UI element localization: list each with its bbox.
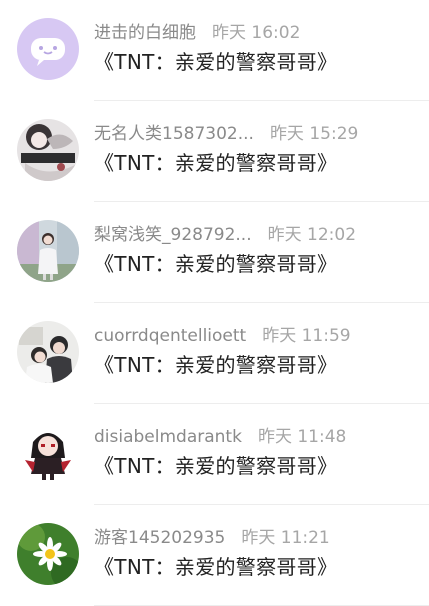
- username[interactable]: 无名人类1587302...: [94, 124, 254, 144]
- ghost-mascot-avatar-icon: [17, 18, 79, 80]
- username[interactable]: cuorrdqentellioett: [94, 326, 246, 346]
- timestamp: 昨天 11:48: [257, 427, 347, 447]
- timestamp: 昨天 11:59: [262, 326, 351, 346]
- avatar[interactable]: [17, 18, 79, 80]
- timestamp: 昨天 11:21: [241, 528, 330, 548]
- timestamp: 昨天 15:29: [269, 124, 359, 144]
- avatar[interactable]: [17, 119, 79, 181]
- username[interactable]: 梨窝浅笑_928792...: [94, 225, 252, 245]
- video-title[interactable]: 《TNT：亲爱的警察哥哥》: [94, 351, 337, 379]
- timestamp: 昨天 16:02: [212, 23, 301, 43]
- girl-photo-avatar-icon: [17, 220, 79, 282]
- video-title[interactable]: 《TNT：亲爱的警察哥哥》: [94, 452, 337, 480]
- video-title[interactable]: 《TNT：亲爱的警察哥哥》: [94, 48, 337, 76]
- comment-list: 进击的白细胞 昨天 16:02 《TNT：亲爱的警察哥哥》 无名人类1587302…: [0, 0, 429, 606]
- avatar[interactable]: [17, 220, 79, 282]
- video-title[interactable]: 《TNT：亲爱的警察哥哥》: [94, 553, 337, 581]
- couple-photo-avatar-icon: [17, 321, 79, 383]
- list-item[interactable]: 梨窝浅笑_928792... 昨天 12:02 《TNT：亲爱的警察哥哥》: [0, 202, 429, 303]
- username[interactable]: 游客145202935: [94, 528, 225, 548]
- list-item[interactable]: 进击的白细胞 昨天 16:02 《TNT：亲爱的警察哥哥》: [0, 0, 429, 101]
- list-item[interactable]: disiabelmdarantk 昨天 11:48 《TNT：亲爱的警察哥哥》: [0, 404, 429, 505]
- timestamp: 昨天 12:02: [267, 225, 357, 245]
- avatar[interactable]: [17, 523, 79, 585]
- avatar[interactable]: [17, 321, 79, 383]
- comment-meta: 游客145202935 昨天 11:21: [94, 527, 330, 549]
- list-item[interactable]: 游客145202935 昨天 11:21 《TNT：亲爱的警察哥哥》: [0, 505, 429, 606]
- video-title[interactable]: 《TNT：亲爱的警察哥哥》: [94, 250, 337, 278]
- comment-meta: 梨窝浅笑_928792... 昨天 12:02: [94, 224, 356, 246]
- anime-character-avatar-icon: [17, 119, 79, 181]
- comment-meta: 无名人类1587302... 昨天 15:29: [94, 123, 358, 145]
- video-title[interactable]: 《TNT：亲爱的警察哥哥》: [94, 149, 337, 177]
- comment-meta: cuorrdqentellioett 昨天 11:59: [94, 325, 351, 347]
- chibi-character-avatar-icon: [17, 422, 79, 484]
- list-item[interactable]: 无名人类1587302... 昨天 15:29 《TNT：亲爱的警察哥哥》: [0, 101, 429, 202]
- list-item[interactable]: cuorrdqentellioett 昨天 11:59 《TNT：亲爱的警察哥哥》: [0, 303, 429, 404]
- comment-meta: 进击的白细胞 昨天 16:02: [94, 22, 300, 44]
- daisy-flower-avatar-icon: [17, 523, 79, 585]
- username[interactable]: 进击的白细胞: [94, 23, 196, 43]
- comment-meta: disiabelmdarantk 昨天 11:48: [94, 426, 346, 448]
- username[interactable]: disiabelmdarantk: [94, 427, 242, 447]
- avatar[interactable]: [17, 422, 79, 484]
